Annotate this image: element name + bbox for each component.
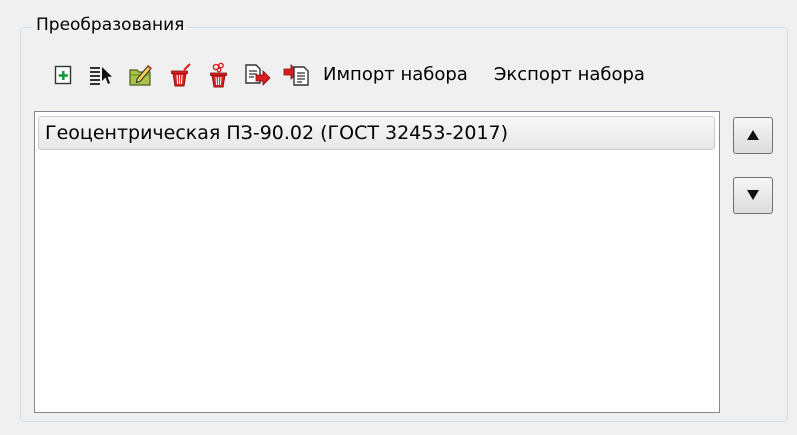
move-down-button[interactable] [733,177,773,214]
select-icon [89,64,115,86]
delete-button[interactable] [165,60,195,90]
import-icon [283,63,311,87]
export-icon [244,63,272,87]
groupbox-title: Преобразования [33,14,188,36]
select-button[interactable] [87,60,117,90]
arrow-down-icon [746,186,760,205]
add-icon [54,65,72,85]
export-button[interactable] [243,60,273,90]
import-button[interactable] [282,60,312,90]
delete-all-button[interactable] [204,60,234,90]
delete-icon [167,63,193,87]
move-up-button[interactable] [733,117,773,154]
toolbar: Импорт набора Экспорт набора [48,58,645,92]
transformations-list[interactable]: Геоцентрическая ПЗ-90.02 (ГОСТ 32453-201… [34,111,720,413]
export-set-button[interactable]: Экспорт набора [494,60,645,90]
add-button[interactable] [48,60,78,90]
arrow-up-icon [746,126,760,145]
delete-all-icon [206,62,232,88]
edit-button[interactable] [126,60,156,90]
import-set-button[interactable]: Импорт набора [323,60,468,90]
edit-icon [128,63,154,87]
list-item[interactable]: Геоцентрическая ПЗ-90.02 (ГОСТ 32453-201… [38,116,715,150]
